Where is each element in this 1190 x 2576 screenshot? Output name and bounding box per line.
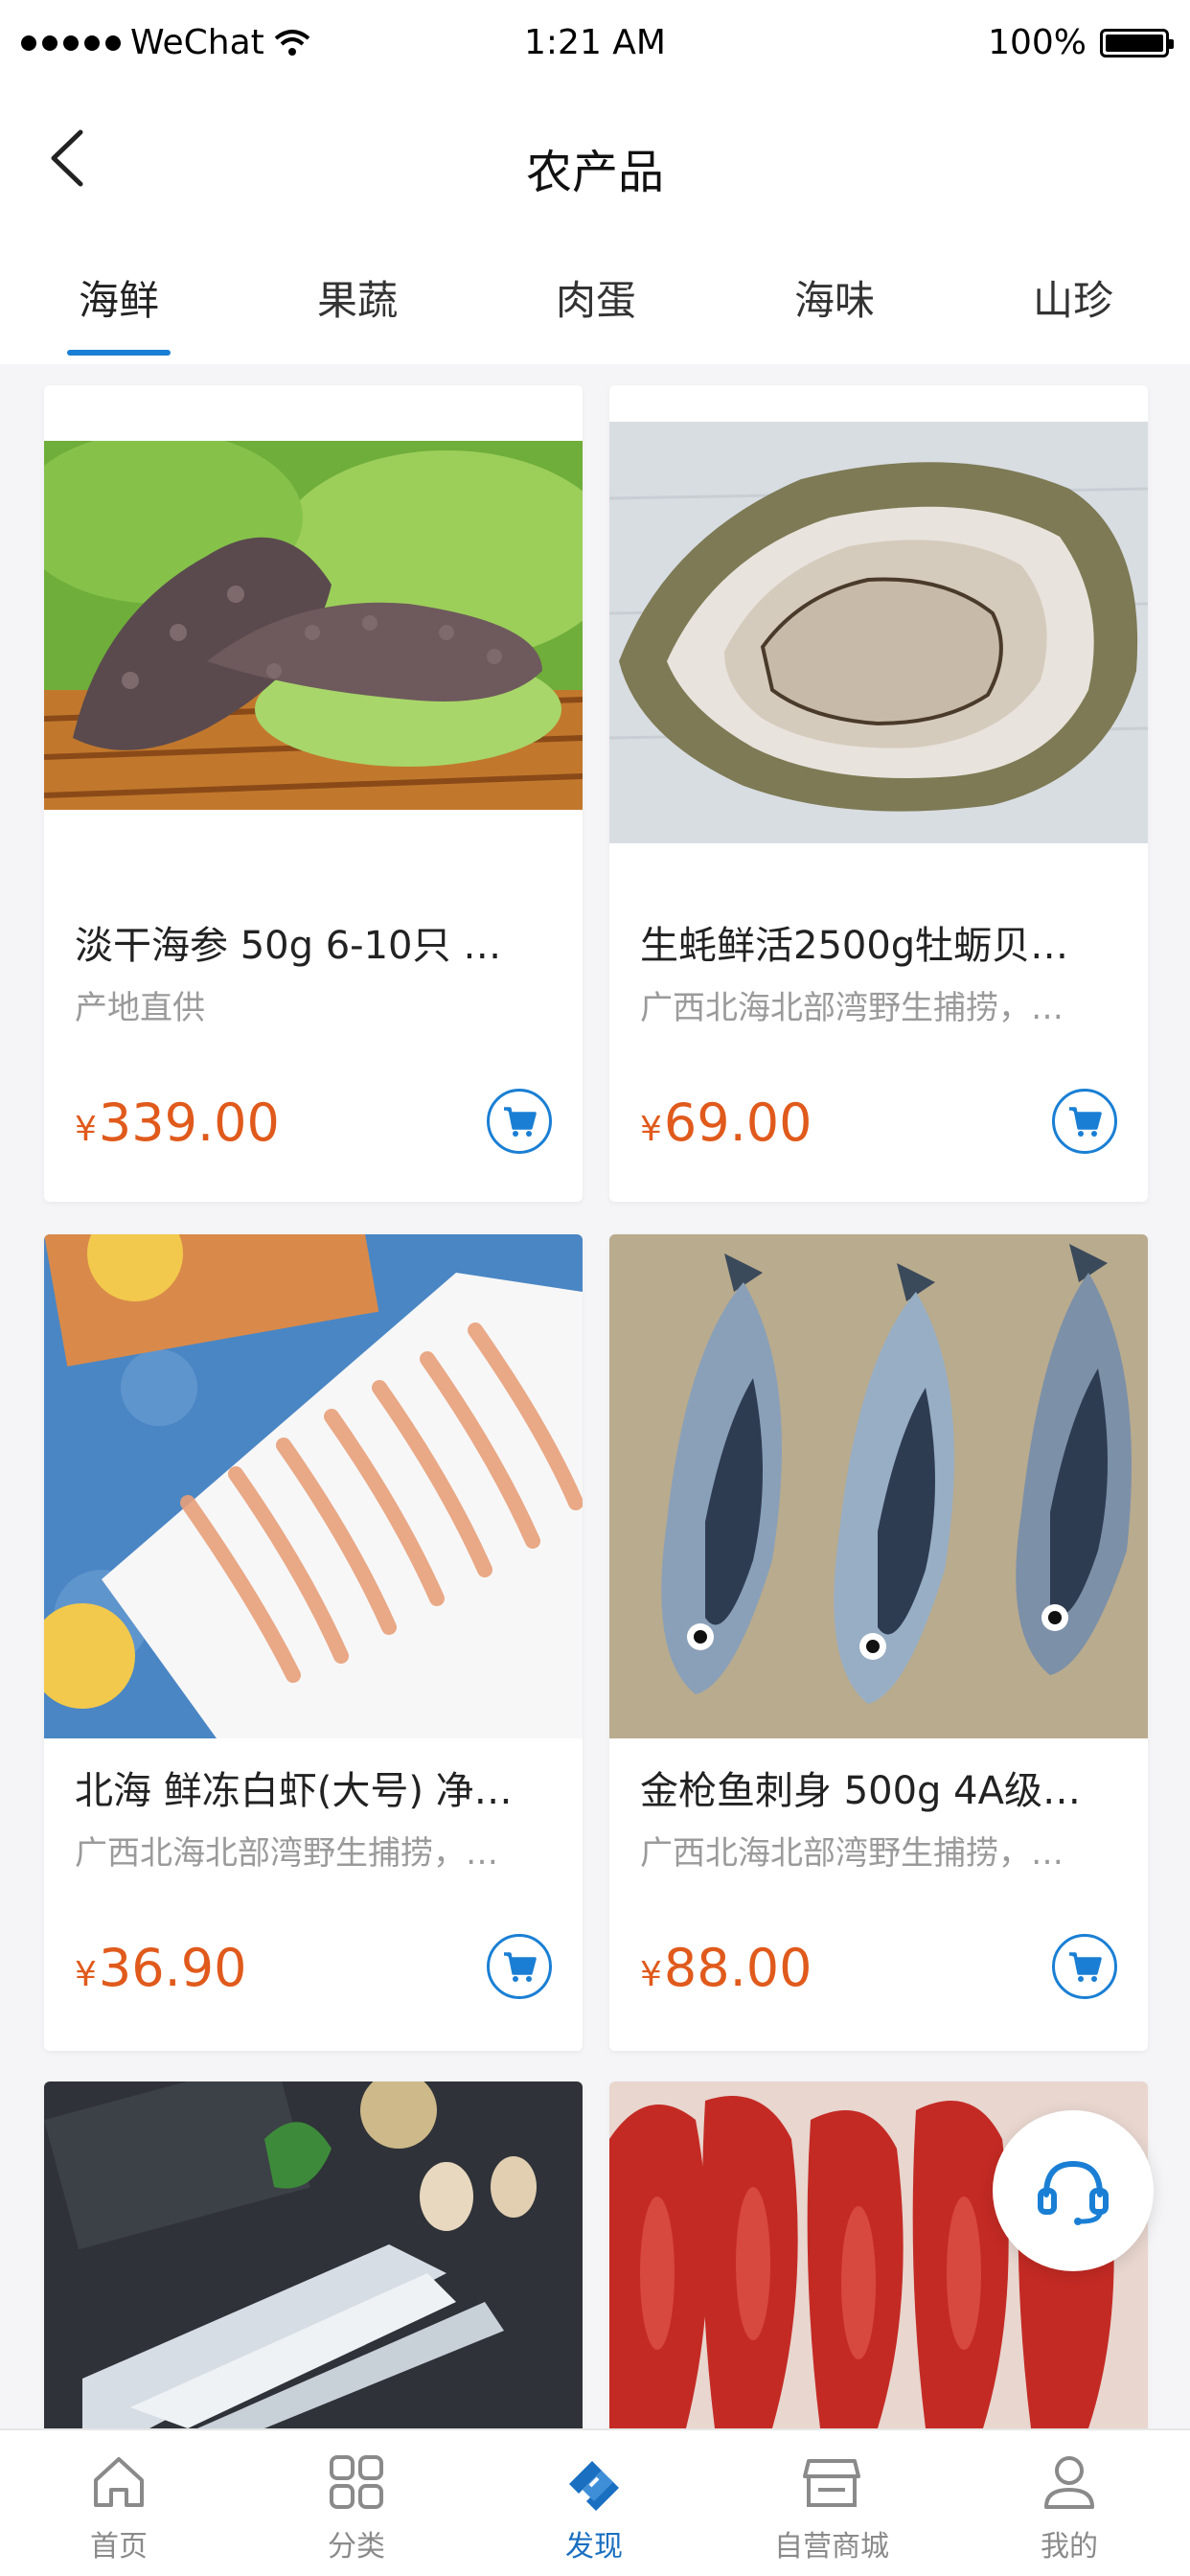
page-title: 农产品 [525, 146, 664, 199]
screen: WeChat 1:21 AM 100% 农产品 海鲜 果蔬 肉蛋 海味 山珍 淡… [0, 0, 1190, 2576]
tabbar-item-discover[interactable]: 发现 [475, 2440, 713, 2564]
add-to-cart-button[interactable] [1052, 1089, 1117, 1154]
tabbar-item-category[interactable]: 分类 [238, 2440, 475, 2564]
battery-percent: 100% [988, 23, 1087, 62]
product-image-shrimp [44, 1234, 583, 1738]
product-title: 淡干海参 50g 6-10只 … [75, 924, 502, 968]
tabbar-item-home[interactable]: 首页 [0, 2440, 238, 2564]
tabbar-item-store[interactable]: 自营商城 [713, 2440, 950, 2564]
product-price: ¥88.00 [640, 1938, 812, 1998]
status-bar: WeChat 1:21 AM 100% [0, 0, 1190, 86]
add-to-cart-button[interactable] [487, 1934, 552, 1999]
status-right: 100% [988, 23, 1174, 62]
tabbar-label: 分类 [328, 2530, 385, 2564]
nav-bar: 农产品 [0, 86, 1190, 230]
tab-meat-egg[interactable]: 肉蛋 [519, 268, 673, 327]
discover-icon [569, 2461, 619, 2511]
currency-symbol: ¥ [640, 1110, 662, 1149]
currency-symbol: ¥ [75, 1955, 97, 1994]
product-price: ¥36.90 [75, 1938, 247, 1998]
category-icon [330, 2455, 383, 2509]
battery-icon [1100, 28, 1174, 58]
store-icon [803, 2459, 860, 2507]
cart-icon [504, 1952, 537, 1982]
price-value: 69.00 [663, 1092, 812, 1153]
product-image-hairtail [44, 2082, 583, 2428]
product-price: ¥339.00 [75, 1092, 280, 1153]
tab-sea-flavor[interactable]: 海味 [758, 268, 911, 327]
tabbar-label: 我的 [1041, 2530, 1098, 2564]
product-card[interactable]: 生蚝鲜活2500g牡蛎贝… 广西北海北部湾野生捕捞，… ¥69.00 [609, 385, 1148, 1202]
customer-service-button[interactable] [993, 2110, 1154, 2271]
product-image-sea-cucumber [44, 441, 583, 810]
add-to-cart-button[interactable] [1052, 1934, 1117, 1999]
product-price: ¥69.00 [640, 1092, 812, 1153]
tabbar-item-profile[interactable]: 我的 [950, 2440, 1188, 2564]
tabbar-label: 自营商城 [774, 2530, 889, 2564]
bottom-tab-bar: 首页 分类 发现 自营商城 我的 [0, 2428, 1190, 2576]
headset-icon [1038, 2160, 1109, 2225]
add-to-cart-button[interactable] [487, 1089, 552, 1154]
product-title: 生蚝鲜活2500g牡蛎贝… [640, 924, 1069, 968]
product-card[interactable]: 金枪鱼刺身 500g 4A级… 广西北海北部湾野生捕捞，… ¥88.00 [609, 1234, 1148, 2051]
price-value: 36.90 [98, 1938, 247, 1998]
tabbar-label: 首页 [90, 2530, 148, 2564]
cart-icon [1069, 1107, 1102, 1137]
product-card[interactable]: 北海 鲜冻白虾(大号) 净… 广西北海北部湾野生捕捞，… ¥36.90 [44, 1234, 583, 2051]
tabbar-label: 发现 [565, 2530, 623, 2564]
tab-fruit-veg[interactable]: 果蔬 [281, 268, 434, 327]
product-title: 金枪鱼刺身 500g 4A级… [640, 1769, 1081, 1813]
price-value: 339.00 [98, 1092, 280, 1153]
cart-icon [504, 1107, 537, 1137]
product-image-oyster [609, 422, 1148, 843]
product-subtitle: 广西北海北部湾野生捕捞，… [75, 1834, 498, 1873]
currency-symbol: ¥ [640, 1955, 662, 1994]
home-icon [94, 2457, 144, 2507]
category-tabs: 海鲜 果蔬 肉蛋 海味 山珍 [0, 230, 1190, 364]
tab-indicator [67, 350, 171, 356]
cart-icon [1069, 1952, 1102, 1982]
product-title: 北海 鲜冻白虾(大号) 净… [75, 1769, 513, 1813]
product-card[interactable]: 淡干海参 50g 6-10只 … 产地直供 ¥339.00 [44, 385, 583, 1202]
product-subtitle: 产地直供 [75, 989, 205, 1027]
product-card[interactable] [44, 2082, 583, 2428]
profile-icon [1044, 2456, 1094, 2509]
price-value: 88.00 [663, 1938, 812, 1998]
currency-symbol: ¥ [75, 1110, 97, 1149]
product-image-tuna [609, 1234, 1148, 1738]
tab-seafood[interactable]: 海鲜 [42, 268, 195, 327]
tab-mountain-delicacy[interactable]: 山珍 [996, 268, 1150, 327]
product-subtitle: 广西北海北部湾野生捕捞，… [640, 1834, 1064, 1873]
product-subtitle: 广西北海北部湾野生捕捞，… [640, 989, 1064, 1027]
